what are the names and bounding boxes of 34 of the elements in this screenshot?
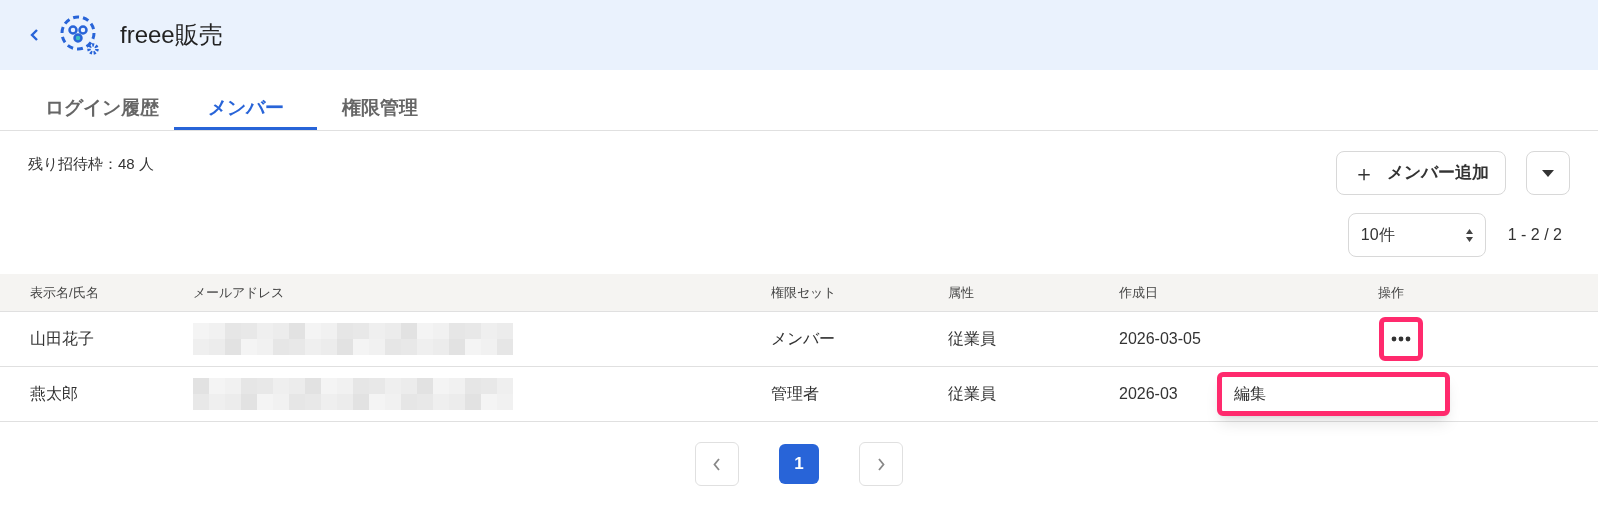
column-header: 表示名/氏名 <box>30 284 99 300</box>
table-cell: 山田花子 <box>30 330 94 347</box>
table-cell: 2026-03-05 <box>1119 330 1201 347</box>
table-cell: 燕太郎 <box>30 385 78 402</box>
page-size-select[interactable]: 10件 <box>1347 213 1486 257</box>
tab[interactable]: ログイン履歴 <box>30 90 174 130</box>
tab[interactable]: メンバー <box>174 90 317 130</box>
column-header: 属性 <box>948 284 974 300</box>
more-options-button[interactable] <box>1526 151 1570 195</box>
column-header: メールアドレス <box>193 284 284 300</box>
sort-arrows-icon <box>1465 228 1473 242</box>
column-header: 権限セット <box>771 284 836 300</box>
add-member-button[interactable]: ＋ メンバー追加 <box>1336 151 1506 195</box>
table-cell: メンバー <box>771 330 835 347</box>
table-cell: 従業員 <box>948 385 996 402</box>
app-logo-icon <box>58 13 102 57</box>
row-actions-button[interactable] <box>1379 317 1423 361</box>
back-icon[interactable] <box>30 28 40 42</box>
table-cell: 管理者 <box>771 385 819 402</box>
menu-item[interactable]: 編集 <box>1222 377 1445 411</box>
chevron-right-icon <box>877 457 885 471</box>
column-header: 操作 <box>1378 284 1404 300</box>
plus-icon: ＋ <box>1353 156 1375 190</box>
table-cell: 従業員 <box>948 330 996 347</box>
remaining-invites-text: 残り招待枠：48 人 <box>28 154 154 174</box>
tab[interactable]: 権限管理 <box>317 90 442 130</box>
page-button[interactable]: 1 <box>779 444 819 484</box>
column-header: 作成日 <box>1119 284 1158 300</box>
table-cell: 2026-03 <box>1119 385 1178 402</box>
more-icon <box>1391 336 1411 342</box>
app-title: freee販売 <box>120 20 223 50</box>
range-text: 1 - 2 / 2 <box>1507 225 1562 245</box>
chevron-left-icon <box>713 457 721 471</box>
caret-down-icon <box>1542 169 1554 177</box>
